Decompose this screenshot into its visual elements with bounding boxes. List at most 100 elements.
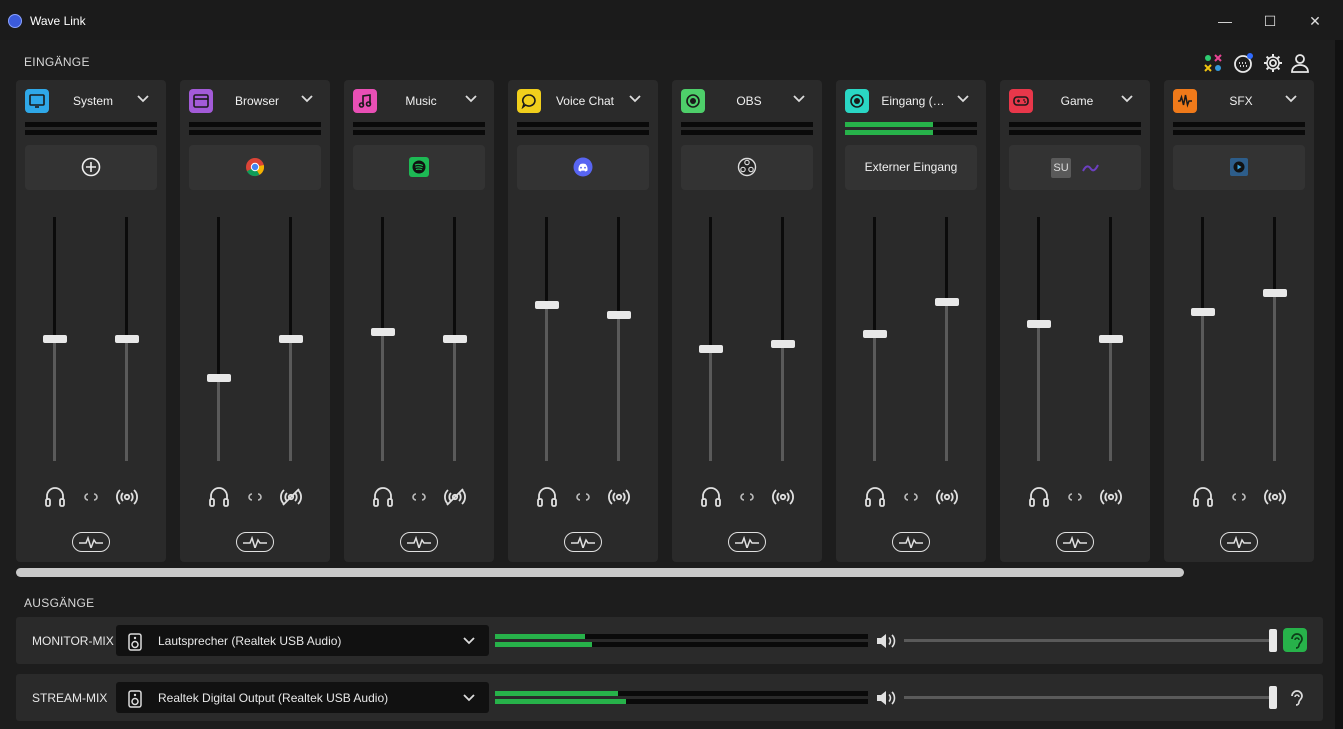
stream-fader-track[interactable] xyxy=(1273,217,1276,461)
effects-button[interactable] xyxy=(1056,532,1094,552)
close-button[interactable]: ✕ xyxy=(1304,10,1326,32)
channel-header[interactable]: Music xyxy=(353,89,485,113)
headphones-icon[interactable] xyxy=(207,485,231,509)
monitor-fader-track[interactable] xyxy=(1201,217,1204,461)
output-device-dropdown[interactable]: Lautsprecher (Realtek USB Audio) xyxy=(116,625,489,656)
chevron-down-icon[interactable] xyxy=(793,95,805,103)
effects-button[interactable] xyxy=(728,532,766,552)
user-icon[interactable] xyxy=(1289,52,1311,74)
headphones-icon[interactable] xyxy=(1191,485,1215,509)
broadcast-icon[interactable] xyxy=(115,485,139,509)
channel-header[interactable]: Eingang (… xyxy=(845,89,977,113)
effects-button[interactable] xyxy=(892,532,930,552)
stream-fader-knob[interactable] xyxy=(607,311,631,319)
monitor-fader-knob[interactable] xyxy=(535,301,559,309)
channel-header[interactable]: Voice Chat xyxy=(517,89,649,113)
channel-header[interactable]: Browser xyxy=(189,89,321,113)
assigned-apps[interactable]: Externer Eingang xyxy=(845,145,977,190)
volume-slider-knob[interactable] xyxy=(1269,686,1277,709)
channel-header[interactable]: System xyxy=(25,89,157,113)
monitor-fader-track[interactable] xyxy=(1037,217,1040,461)
chevron-down-icon[interactable] xyxy=(1121,95,1133,103)
headphones-icon[interactable] xyxy=(699,485,723,509)
stream-fader-knob[interactable] xyxy=(443,335,467,343)
stream-fader-track[interactable] xyxy=(617,217,620,461)
output-volume-slider[interactable] xyxy=(904,639,1274,642)
monitor-fader-track[interactable] xyxy=(545,217,548,461)
stream-fader-track[interactable] xyxy=(945,217,948,461)
chevron-down-icon[interactable] xyxy=(301,95,313,103)
assigned-apps[interactable] xyxy=(1173,145,1305,190)
link-icon[interactable] xyxy=(1063,485,1087,509)
monitor-fader-knob[interactable] xyxy=(371,328,395,336)
assigned-apps[interactable] xyxy=(189,145,321,190)
volume-icon[interactable] xyxy=(875,631,897,651)
monitor-fader-knob[interactable] xyxy=(43,335,67,343)
maximize-button[interactable]: ☐ xyxy=(1259,10,1281,32)
monitor-fader-track[interactable] xyxy=(217,217,220,461)
listen-toggle[interactable] xyxy=(1283,685,1307,709)
broadcast-icon[interactable] xyxy=(607,485,631,509)
effects-button[interactable] xyxy=(564,532,602,552)
horizontal-scrollbar[interactable] xyxy=(16,568,1184,577)
chevron-down-icon[interactable] xyxy=(1285,95,1297,103)
notification-settings-icon[interactable] xyxy=(1232,52,1254,74)
stream-fader-track[interactable] xyxy=(781,217,784,461)
marketplace-icon[interactable] xyxy=(1202,52,1224,74)
channel-header[interactable]: Game xyxy=(1009,89,1141,113)
monitor-fader-knob[interactable] xyxy=(207,374,231,382)
monitor-fader-knob[interactable] xyxy=(699,345,723,353)
volume-icon[interactable] xyxy=(875,688,897,708)
channel-header[interactable]: OBS xyxy=(681,89,813,113)
headphones-icon[interactable] xyxy=(371,485,395,509)
chevron-down-icon[interactable] xyxy=(465,95,477,103)
monitor-fader-knob[interactable] xyxy=(863,330,887,338)
gear-icon[interactable] xyxy=(1262,52,1284,74)
effects-button[interactable] xyxy=(1220,532,1258,552)
minimize-button[interactable]: — xyxy=(1214,10,1236,32)
monitor-fader-knob[interactable] xyxy=(1027,320,1051,328)
link-icon[interactable] xyxy=(243,485,267,509)
headphones-icon[interactable] xyxy=(863,485,887,509)
chevron-down-icon[interactable] xyxy=(137,95,149,103)
listen-toggle[interactable] xyxy=(1283,628,1307,652)
link-icon[interactable] xyxy=(79,485,103,509)
monitor-fader-track[interactable] xyxy=(873,217,876,461)
headphones-icon[interactable] xyxy=(535,485,559,509)
output-volume-slider[interactable] xyxy=(904,696,1274,699)
effects-button[interactable] xyxy=(72,532,110,552)
stream-fader-knob[interactable] xyxy=(1263,289,1287,297)
broadcast-icon[interactable] xyxy=(1099,485,1123,509)
link-icon[interactable] xyxy=(899,485,923,509)
link-icon[interactable] xyxy=(407,485,431,509)
link-icon[interactable] xyxy=(571,485,595,509)
monitor-fader-track[interactable] xyxy=(709,217,712,461)
chevron-down-icon[interactable] xyxy=(957,95,969,103)
broadcast-muted-icon[interactable] xyxy=(443,485,467,509)
monitor-fader-knob[interactable] xyxy=(1191,308,1215,316)
output-device-dropdown[interactable]: Realtek Digital Output (Realtek USB Audi… xyxy=(116,682,489,713)
assigned-apps[interactable] xyxy=(25,145,157,190)
effects-button[interactable] xyxy=(236,532,274,552)
assigned-apps[interactable] xyxy=(517,145,649,190)
assigned-apps[interactable] xyxy=(353,145,485,190)
effects-button[interactable] xyxy=(400,532,438,552)
headphones-icon[interactable] xyxy=(1027,485,1051,509)
volume-slider-knob[interactable] xyxy=(1269,629,1277,652)
assigned-apps[interactable] xyxy=(681,145,813,190)
broadcast-icon[interactable] xyxy=(935,485,959,509)
channel-header[interactable]: SFX xyxy=(1173,89,1305,113)
broadcast-icon[interactable] xyxy=(771,485,795,509)
monitor-fader-track[interactable] xyxy=(381,217,384,461)
stream-fader-knob[interactable] xyxy=(935,298,959,306)
link-icon[interactable] xyxy=(735,485,759,509)
broadcast-muted-icon[interactable] xyxy=(279,485,303,509)
stream-fader-knob[interactable] xyxy=(115,335,139,343)
chevron-down-icon[interactable] xyxy=(629,95,641,103)
broadcast-icon[interactable] xyxy=(1263,485,1287,509)
stream-fader-knob[interactable] xyxy=(279,335,303,343)
stream-fader-knob[interactable] xyxy=(771,340,795,348)
link-icon[interactable] xyxy=(1227,485,1251,509)
stream-fader-knob[interactable] xyxy=(1099,335,1123,343)
assigned-apps[interactable]: SU xyxy=(1009,145,1141,190)
